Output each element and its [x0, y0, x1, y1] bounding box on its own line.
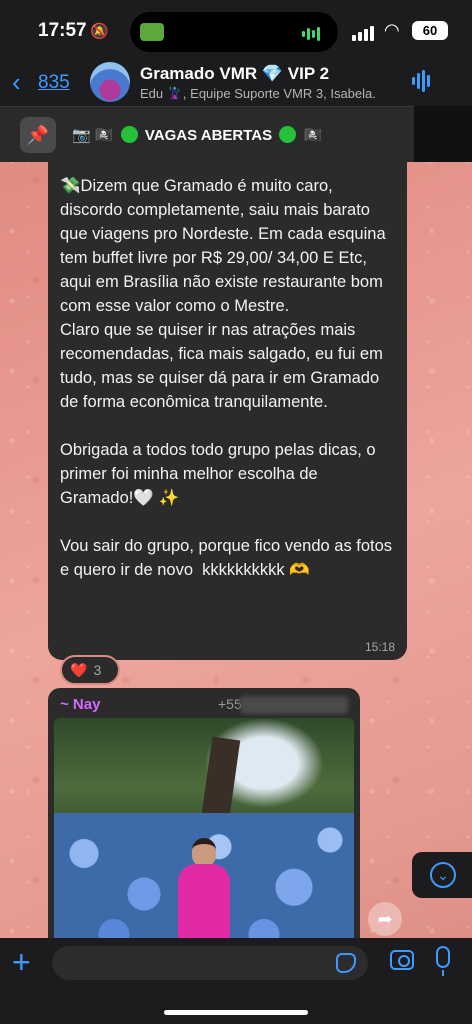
- battery-indicator: 60: [412, 21, 448, 40]
- message-input-bar: +: [0, 938, 472, 1024]
- wifi-icon: ◠: [384, 20, 400, 40]
- audio-call-icon[interactable]: [412, 70, 436, 94]
- pinned-message-label: VAGAS ABERTAS: [144, 127, 273, 144]
- pirate-flag-icon: 🏴‍☠️: [94, 127, 114, 144]
- status-bar: 17:57 🔕 ◠ 60: [0, 0, 472, 60]
- sender-name[interactable]: ~ Nay: [60, 696, 100, 713]
- green-circle-icon: [279, 126, 297, 143]
- pin-icon: 📌: [20, 117, 56, 153]
- dynamic-island[interactable]: [130, 12, 338, 52]
- sender-phone: +55: [218, 696, 242, 712]
- group-title-text: Gramado VMR: [140, 64, 258, 83]
- cell-signal-icon: [352, 23, 376, 41]
- attach-plus-icon[interactable]: +: [12, 944, 31, 980]
- message-input[interactable]: [52, 946, 368, 980]
- audio-wave-icon: [302, 25, 324, 41]
- diamond-icon: 💎: [261, 64, 284, 83]
- camera-icon[interactable]: [390, 950, 414, 970]
- group-avatar[interactable]: [90, 62, 130, 102]
- chat-header: ‹ 835 Gramado VMR 💎 VIP 2 Edu 🦹‍♂️, Equi…: [0, 60, 472, 106]
- home-indicator[interactable]: [164, 1010, 308, 1015]
- back-unread-count[interactable]: 835: [38, 72, 70, 94]
- heart-reaction-icon: ❤️: [70, 662, 88, 678]
- pinned-bar-edge: [414, 106, 472, 162]
- chevron-down-icon: ⌄: [430, 862, 456, 888]
- group-members-list[interactable]: Edu 🦹‍♂️, Equipe Suporte VMR 3, Isabela.…: [140, 86, 375, 102]
- message-reaction[interactable]: ❤️ 3: [60, 655, 120, 685]
- message-bubble[interactable]: 💸Dizem que Gramado é muito caro, discord…: [48, 162, 407, 660]
- scroll-to-bottom-button[interactable]: ⌄: [412, 852, 472, 898]
- microphone-icon[interactable]: [436, 946, 450, 976]
- live-activity-app-icon: [140, 23, 164, 41]
- back-chevron-icon[interactable]: ‹: [12, 68, 21, 96]
- forward-icon[interactable]: ➦: [368, 902, 402, 936]
- image-message-bubble[interactable]: ~ Nay +55: [48, 688, 360, 948]
- group-title-vip: VIP 2: [287, 64, 330, 83]
- message-text: 💸Dizem que Gramado é muito caro, discord…: [60, 177, 393, 579]
- status-time: 17:57: [38, 20, 87, 41]
- reaction-count: 3: [93, 662, 102, 678]
- sender-phone-redacted: [240, 696, 348, 714]
- pirate-flag-icon: 🏴‍☠️: [303, 127, 323, 144]
- green-circle-icon: [120, 126, 138, 143]
- photo-person: [174, 838, 234, 948]
- pinned-message-bar[interactable]: 📌 📷 🏴‍☠️ VAGAS ABERTAS 🏴‍☠️: [0, 106, 414, 162]
- camera-emoji-icon: 📷: [72, 127, 91, 144]
- silent-bell-icon: 🔕: [90, 23, 109, 40]
- shared-photo[interactable]: [54, 718, 354, 948]
- group-title[interactable]: Gramado VMR 💎 VIP 2: [140, 64, 329, 84]
- message-timestamp: 15:18: [364, 640, 395, 654]
- pinned-message-text: 📷 🏴‍☠️ VAGAS ABERTAS 🏴‍☠️: [72, 126, 322, 144]
